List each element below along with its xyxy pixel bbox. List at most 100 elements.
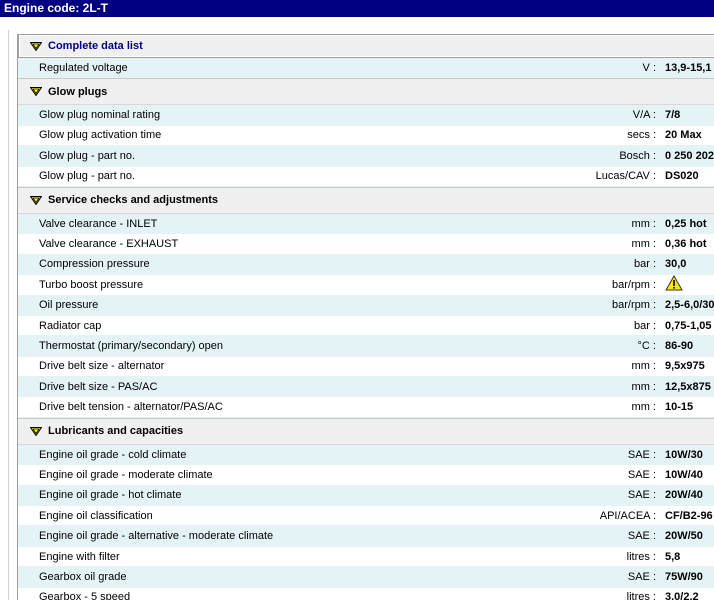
window-title-bar: Engine code: 2L-T — [0, 0, 714, 17]
row-value-cell: 3,0/2,2 — [665, 591, 714, 600]
row-value: 10-15 — [665, 401, 694, 414]
row-unit: mm : — [631, 238, 656, 251]
row-value-cell: 20W/50 — [665, 530, 714, 542]
table-row[interactable]: Regulated voltage V : 13,9-15,1 — [18, 58, 714, 79]
row-label: Drive belt tension - alternator/PAS/AC — [39, 401, 223, 414]
row-unit: SAE : — [627, 570, 656, 583]
complete-data-list-header[interactable]: Complete data list — [18, 34, 714, 58]
table-row[interactable]: Engine oil grade - cold climate SAE : 10W/… — [18, 444, 714, 466]
table-row[interactable]: Compression pressure bar : 30,0 — [18, 254, 714, 276]
table-row[interactable]: Engine oil classification API/ACEA : CF/B2… — [18, 506, 714, 527]
table-row[interactable]: Engine with filter litres : 5,8 — [18, 546, 714, 568]
row-value: 0 250 202 0 — [665, 149, 714, 162]
table-row[interactable]: Gearbox oil grade SAE : 75W/90 — [18, 567, 714, 588]
row-unit: °C : — [637, 339, 656, 352]
table-row[interactable]: Glow plug nominal rating V/A : 7/8 — [18, 105, 714, 126]
row-value: 10W/40 — [665, 468, 703, 481]
row-label: Gearbox oil grade — [39, 570, 127, 583]
row-label: Valve clearance - EXHAUST — [39, 238, 179, 251]
row-unit: secs : — [627, 129, 656, 142]
warning-icon[interactable] — [665, 275, 683, 294]
row-label: Engine oil grade - cold climate — [39, 448, 187, 461]
row-label: Thermostat (primary/secondary) open — [39, 339, 224, 352]
section-header[interactable]: Glow plugs — [18, 78, 714, 106]
section-header[interactable]: Service checks and adjustments — [18, 186, 714, 214]
row-value-cell: 13,9-15,1 — [665, 62, 714, 74]
chevron-down-icon — [30, 195, 42, 205]
row-value: 20W/50 — [665, 530, 703, 543]
row-unit: API/ACEA : — [599, 509, 656, 522]
row-unit: mm : — [631, 217, 656, 230]
row-value-cell: 5,8 — [665, 551, 714, 563]
table-row[interactable]: Glow plug - part no. Lucas/CAV : DS020 — [18, 166, 714, 187]
table-row[interactable]: Glow plug activation time secs : 20 Max — [18, 125, 714, 147]
row-unit: V : — [642, 61, 656, 74]
row-value: 3,0/2,2 — [665, 591, 699, 600]
row-label: Engine oil classification — [39, 509, 153, 522]
table-row[interactable]: Engine oil grade - alternative - moderat… — [18, 526, 714, 547]
table-row[interactable]: Drive belt tension - alternator/PAS/AC mm… — [18, 397, 714, 418]
row-unit: litres : — [626, 591, 656, 600]
row-unit: V/A : — [632, 109, 656, 122]
row-value-cell: 7/8 — [665, 109, 714, 121]
table-row[interactable]: Drive belt size - alternator mm : 9,5x975 — [18, 356, 714, 378]
row-value: 7/8 — [665, 109, 681, 122]
row-label: Oil pressure — [39, 299, 99, 312]
table-row[interactable]: Thermostat (primary/secondary) open °C : 8… — [18, 336, 714, 357]
row-label: Drive belt size - PAS/AC — [39, 380, 158, 393]
row-value: 0,75-1,05 — [665, 319, 712, 332]
row-label: Glow plug activation time — [39, 129, 162, 142]
row-label: Engine oil grade - hot climate — [39, 489, 182, 502]
row-unit: mm : — [631, 401, 656, 414]
row-value-cell: CF/B2-96 — [665, 510, 714, 522]
data-list-panel[interactable]: Complete data list Regulated voltage V : 1… — [17, 34, 714, 600]
table-row[interactable]: Engine oil grade - moderate climate SAE :… — [18, 465, 714, 486]
row-label: Drive belt size - alternator — [39, 360, 165, 373]
table-row[interactable]: Turbo boost pressure bar/rpm : — [18, 275, 714, 296]
row-value: 9,5x975 — [665, 360, 705, 373]
row-value-cell: 0,75-1,05 — [665, 320, 714, 332]
row-unit: SAE : — [627, 530, 656, 543]
row-label: Gearbox - 5 speed — [39, 591, 131, 600]
row-unit: Bosch : — [619, 149, 656, 162]
row-unit: bar/rpm : — [611, 278, 656, 291]
table-row[interactable]: Valve clearance - EXHAUST mm : 0,36 hot — [18, 234, 714, 255]
section-header[interactable]: Lubricants and capacities — [18, 417, 714, 445]
table-row[interactable]: Oil pressure bar/rpm : 2,5-6,0/300 — [18, 295, 714, 316]
row-value: 5,8 — [665, 550, 681, 563]
row-value-cell: 10-15 — [665, 401, 714, 413]
row-label: Turbo boost pressure — [39, 278, 144, 291]
section-title: Glow plugs — [48, 85, 108, 98]
row-value: 13,9-15,1 — [665, 61, 712, 74]
row-value-cell — [665, 275, 714, 294]
table-row[interactable]: Drive belt size - PAS/AC mm : 12,5x875 — [18, 377, 714, 398]
row-value-cell: 12,5x875 — [665, 381, 714, 393]
table-row[interactable]: Radiator cap bar : 0,75-1,05 — [18, 315, 714, 337]
row-value-cell: 86-90 — [665, 340, 714, 352]
row-label: Glow plug - part no. — [39, 149, 135, 162]
row-value-cell: 30,0 — [665, 258, 714, 270]
row-value: 0,36 hot — [665, 238, 707, 251]
table-row[interactable]: Valve clearance - INLET mm : 0,25 hot — [18, 213, 714, 235]
row-label: Glow plug nominal rating — [39, 109, 161, 122]
list-header-label: Complete data list — [48, 40, 143, 52]
row-unit: litres : — [626, 550, 656, 563]
row-unit: SAE : — [627, 448, 656, 461]
chevron-down-icon — [30, 426, 42, 436]
data-list-content: Regulated voltage V : 13,9-15,1 Glow plugs G… — [18, 58, 714, 600]
row-unit: Lucas/CAV : — [595, 170, 656, 183]
table-row[interactable]: Engine oil grade - hot climate SAE : 20W/4… — [18, 485, 714, 507]
row-unit: SAE : — [627, 468, 656, 481]
row-label: Glow plug - part no. — [39, 170, 135, 183]
table-row[interactable]: Glow plug - part no. Bosch : 0 250 202 0 — [18, 146, 714, 167]
row-value: 20W/40 — [665, 489, 703, 502]
row-label: Radiator cap — [39, 319, 102, 332]
watermark — [14, 576, 19, 592]
row-value-cell: 9,5x975 — [665, 360, 714, 372]
row-value-cell: 20 Max — [665, 129, 714, 141]
row-label: Valve clearance - INLET — [39, 217, 158, 230]
row-value: 12,5x875 — [665, 380, 711, 393]
table-row[interactable]: Gearbox - 5 speed litres : 3,0/2,2 — [18, 587, 714, 600]
row-label: Regulated voltage — [39, 61, 128, 74]
row-value-cell: 10W/40 — [665, 469, 714, 481]
